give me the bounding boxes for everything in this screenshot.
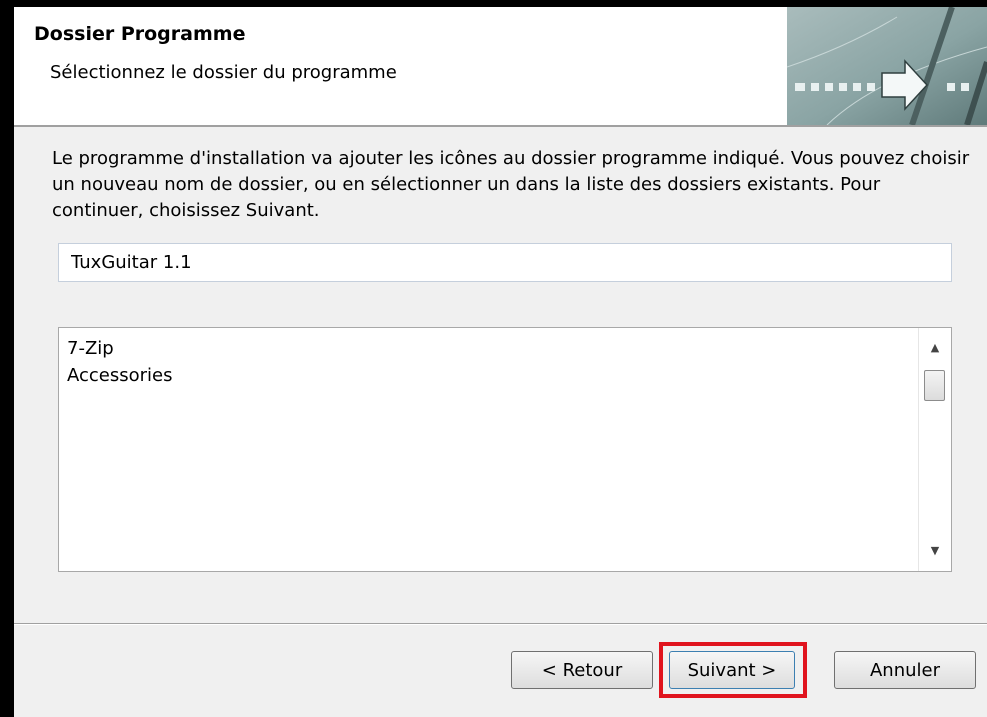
page-title: Dossier Programme	[34, 23, 246, 45]
scroll-up-icon[interactable]: ▲	[919, 334, 951, 362]
header-banner-graphic	[787, 7, 987, 125]
existing-folders-list[interactable]: 7-Zip Accessories ▲ ▼	[58, 327, 952, 572]
scrollbar-thumb[interactable]	[924, 370, 945, 401]
wizard-header: Dossier Programme Sélectionnez le dossie…	[14, 7, 987, 127]
footer-divider	[14, 623, 987, 625]
cancel-button[interactable]: Annuler	[834, 651, 976, 689]
list-item[interactable]: Accessories	[67, 362, 907, 389]
next-button[interactable]: Suivant >	[669, 651, 795, 689]
vertical-scrollbar[interactable]: ▲ ▼	[918, 328, 951, 571]
back-button[interactable]: < Retour	[511, 651, 653, 689]
folder-list-items: 7-Zip Accessories	[67, 335, 907, 389]
program-folder-input[interactable]	[58, 243, 952, 282]
scroll-down-icon[interactable]: ▼	[919, 537, 951, 565]
installer-window: Dossier Programme Sélectionnez le dossie…	[14, 7, 987, 717]
page-subtitle: Sélectionnez le dossier du programme	[50, 62, 397, 83]
instructions-text: Le programme d'installation va ajouter l…	[52, 148, 970, 221]
list-item[interactable]: 7-Zip	[67, 335, 907, 362]
